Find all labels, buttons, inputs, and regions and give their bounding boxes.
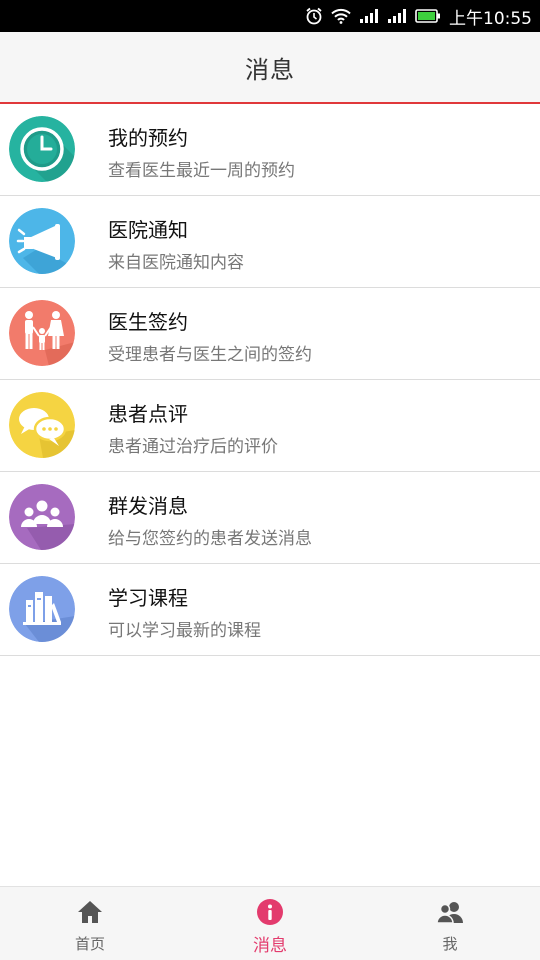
item-subtitle: 查看医生最近一周的预约 xyxy=(108,161,295,181)
item-title: 我的预约 xyxy=(108,126,188,150)
list-item-group-message[interactable]: 群发消息 给与您签约的患者发送消息 xyxy=(0,472,540,564)
item-title: 患者点评 xyxy=(108,402,188,426)
tab-home[interactable]: 首页 xyxy=(0,887,180,960)
clock-icon xyxy=(9,116,75,182)
tab-me[interactable]: 我 xyxy=(360,887,540,960)
chat-bubbles-icon xyxy=(9,392,75,458)
header: 消息 xyxy=(0,32,540,104)
alarm-icon xyxy=(305,7,323,25)
item-subtitle: 患者通过治疗后的评价 xyxy=(108,437,278,457)
group-icon xyxy=(9,484,75,550)
tab-label: 消息 xyxy=(253,936,287,956)
status-time: 上午10:55 xyxy=(449,8,532,29)
item-title: 医院通知 xyxy=(108,218,188,242)
list-item-my-appointment[interactable]: 我的预约 查看医生最近一周的预约 xyxy=(0,104,540,196)
tab-bar: 首页 消息 我 xyxy=(0,886,540,960)
home-icon xyxy=(75,897,105,927)
info-icon xyxy=(255,897,285,927)
signal-icon xyxy=(387,8,407,24)
item-subtitle: 受理患者与医生之间的签约 xyxy=(108,345,312,365)
tab-label: 首页 xyxy=(74,935,105,953)
list-item-study-course[interactable]: 学习课程 可以学习最新的课程 xyxy=(0,564,540,656)
tab-label: 我 xyxy=(442,935,458,953)
list-item-hospital-notice[interactable]: 医院通知 来自医院通知内容 xyxy=(0,196,540,288)
item-subtitle: 可以学习最新的课程 xyxy=(108,621,261,641)
page-title: 消息 xyxy=(245,55,295,84)
status-icons: 上午10:55 xyxy=(305,0,532,32)
list-item-doctor-signing[interactable]: 医生签约 受理患者与医生之间的签约 xyxy=(0,288,540,380)
signal-icon xyxy=(359,8,379,24)
family-icon xyxy=(9,300,75,366)
list-item-patient-review[interactable]: 患者点评 患者通过治疗后的评价 xyxy=(0,380,540,472)
item-title: 学习课程 xyxy=(108,586,188,610)
megaphone-icon xyxy=(9,208,75,274)
message-list: 我的预约 查看医生最近一周的预约 医院通知 来自医院通知内容 医生签约 受理患者… xyxy=(0,104,540,656)
item-title: 医生签约 xyxy=(108,310,188,334)
wifi-icon xyxy=(331,8,351,24)
item-subtitle: 给与您签约的患者发送消息 xyxy=(108,529,312,549)
status-bar: 上午10:55 xyxy=(0,0,540,32)
item-subtitle: 来自医院通知内容 xyxy=(108,253,244,273)
books-icon xyxy=(9,576,75,642)
users-icon xyxy=(435,897,465,927)
item-title: 群发消息 xyxy=(108,494,188,518)
tab-messages[interactable]: 消息 xyxy=(180,887,360,960)
battery-icon xyxy=(415,8,441,24)
